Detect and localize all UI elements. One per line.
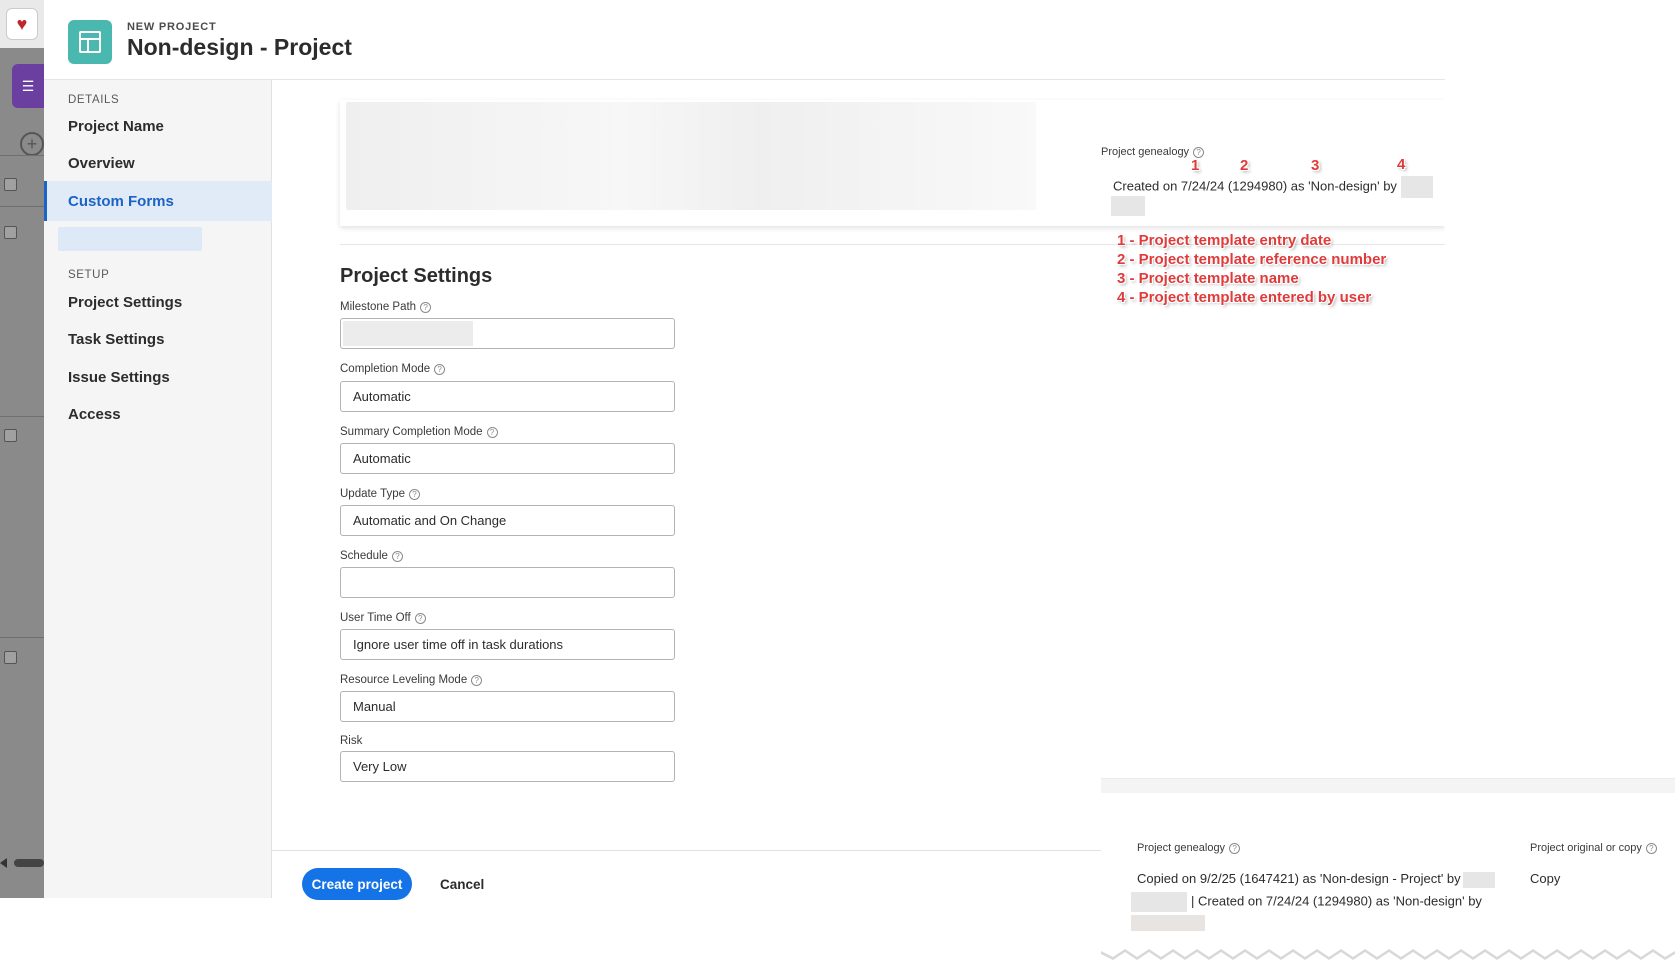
project-template-icon [68,20,112,64]
redacted-user [1462,871,1495,888]
background-divider [0,155,44,156]
resource-leveling-mode-select[interactable]: Manual [340,691,675,722]
nav-section-details: DETAILS [68,94,120,106]
update-type-select[interactable]: Automatic and On Change [340,505,675,536]
excerpt-original-value: Copy [1530,871,1561,886]
nav-item-task-settings[interactable]: Task Settings [44,319,272,359]
background-divider [0,637,44,638]
genealogy-excerpt: Project genealogy? Project original or c… [1101,778,1675,960]
nav-item-access[interactable]: Access [44,394,272,434]
field-label-user-time-off: User Time Off? [340,612,426,624]
custom-form-redacted [346,102,1036,210]
cancel-button[interactable]: Cancel [440,868,484,900]
genealogy-label: Project genealogy? [1101,146,1401,158]
background-checkbox [4,178,17,191]
nav-item-overview[interactable]: Overview [44,143,272,183]
marker-1: 1 [1191,157,1200,174]
app-logo-icon: ♥ [6,8,38,40]
section-title: Project Settings [340,265,493,287]
completion-mode-select[interactable]: Automatic [340,381,675,412]
schedule-select[interactable] [340,567,675,598]
nav-section-setup: SETUP [68,269,110,281]
excerpt-band [1101,779,1675,793]
scrollbar-thumb [14,859,44,867]
header-eyebrow: NEW PROJECT [127,21,217,33]
help-icon: ? [409,488,421,500]
modal-header: NEW PROJECT Non-design - Project [44,0,1445,80]
nav-item-issue-settings[interactable]: Issue Settings [44,357,272,397]
marker-2: 2 [1240,157,1249,174]
add-icon: + [20,132,44,156]
legend-item-1: 1 - Project template entry date [1117,232,1332,249]
background-list-icon: ☰ [12,64,44,108]
background-checkbox [4,226,17,239]
redacted-user [1400,176,1433,198]
milestone-path-select[interactable] [340,318,675,349]
genealogy-annotation: Project genealogy? Created on 7/24/24 (1… [1101,146,1433,236]
legend-item-4: 4 - Project template entered by user [1117,289,1372,306]
risk-select[interactable]: Very Low [340,751,675,782]
field-label-update-type: Update Type? [340,488,421,500]
excerpt-genealogy-line1: Copied on 9/2/25 (1647421) as 'Non-desig… [1137,871,1495,888]
field-label-schedule: Schedule? [340,550,403,562]
help-icon: ? [414,612,426,624]
field-redacted [343,321,473,346]
field-label-risk: Risk [340,735,363,747]
excerpt-original-label: Project original or copy? [1530,842,1657,854]
redacted-user [1131,892,1187,912]
redacted-user [1131,915,1205,931]
background-checkbox [4,651,17,664]
help-icon: ? [391,550,403,562]
field-label-completion-mode: Completion Mode? [340,363,446,375]
legend-item-2: 2 - Project template reference number [1117,251,1387,268]
background-divider [0,206,44,207]
background-app-strip: ♥ ☰ + [0,0,44,898]
help-icon: ? [420,301,432,313]
field-label-summary-completion-mode: Summary Completion Mode? [340,426,498,438]
redacted-user [1111,196,1145,216]
left-nav: DETAILS Project Name Overview Custom For… [44,80,272,898]
user-time-off-select[interactable]: Ignore user time off in task durations [340,629,675,660]
help-icon: ? [1193,146,1205,158]
nav-item-project-name[interactable]: Project Name [44,106,272,146]
nav-item-project-settings[interactable]: Project Settings [44,282,272,322]
marker-3: 3 [1311,157,1320,174]
help-icon: ? [486,426,498,438]
torn-edge [1101,949,1675,960]
excerpt-genealogy-line2: | Created on 7/24/24 (1294980) as 'Non-d… [1131,892,1482,912]
legend-item-3: 3 - Project template name [1117,270,1299,287]
excerpt-genealogy-label: Project genealogy? [1137,842,1241,854]
field-label-resource-leveling-mode: Resource Leveling Mode? [340,674,483,686]
nav-item-custom-forms[interactable]: Custom Forms [44,181,272,221]
genealogy-text: Created on 7/24/24 (1294980) as 'Non-des… [1113,176,1433,198]
background-scrollbar [0,858,44,868]
background-checkbox [4,429,17,442]
page-title: Non-design - Project [127,34,352,60]
help-icon: ? [434,363,446,375]
background-divider [0,416,44,417]
scroll-left-icon [0,858,7,868]
nav-item-redacted[interactable] [58,227,202,251]
help-icon: ? [1645,842,1657,854]
annotation-legend: 1 - Project template entry date 2 - Proj… [1117,231,1386,307]
help-icon: ? [1229,842,1241,854]
new-project-modal: NEW PROJECT Non-design - Project DETAILS… [44,0,1445,900]
help-icon: ? [471,674,483,686]
summary-completion-mode-select[interactable]: Automatic [340,443,675,474]
field-label-milestone-path: Milestone Path? [340,301,432,313]
create-project-button[interactable]: Create project [302,868,412,900]
marker-4: 4 [1397,156,1406,173]
